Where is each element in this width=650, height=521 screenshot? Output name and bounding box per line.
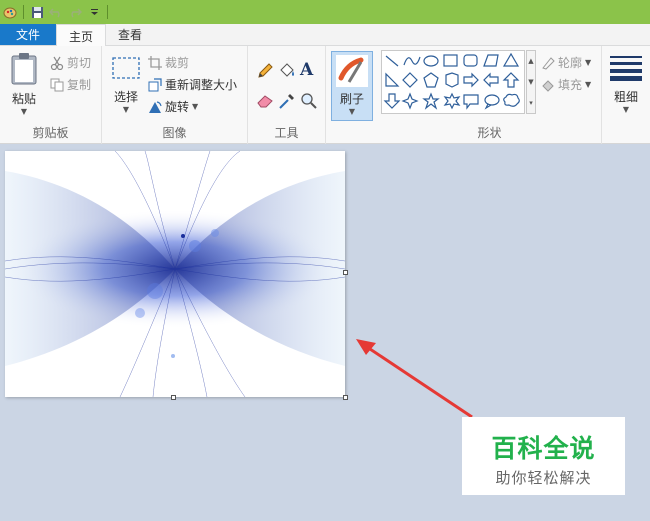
resize-handle-corner[interactable] — [343, 395, 348, 400]
resize-button[interactable]: 重新调整大小 — [148, 76, 237, 93]
select-button[interactable]: 选择 ▼ — [108, 56, 144, 114]
text-tool-icon[interactable]: A — [300, 60, 313, 80]
line-width-icon — [610, 56, 642, 81]
pencil-icon[interactable] — [256, 62, 274, 83]
group-image: 选择 ▼ 裁剪 重新调整大小 旋转 ▼ 图像 — [102, 46, 248, 144]
size-label: 粗细 — [613, 90, 638, 104]
rotate-label: 旋转 — [165, 100, 190, 114]
clipboard-group-label: 剪贴板 — [32, 126, 69, 140]
resize-icon — [148, 77, 162, 91]
tools-group-label: 工具 — [274, 126, 299, 140]
outline-label: 轮廓 — [558, 56, 583, 70]
clipboard-icon — [11, 53, 37, 85]
rotate-icon — [149, 100, 162, 113]
paste-button[interactable]: 粘贴 ▼ — [6, 52, 42, 116]
rotate-button[interactable]: 旋转 ▼ — [148, 98, 198, 115]
paste-label: 粘贴 — [11, 92, 36, 106]
crop-icon — [148, 55, 162, 70]
chevron-down-icon: ▼ — [20, 107, 28, 116]
chevron-down-icon: ▼ — [348, 107, 356, 116]
watermark: 百科全说 助你轻松解决 — [462, 417, 625, 495]
shapes-gallery[interactable] — [381, 50, 525, 114]
brush-icon — [336, 55, 368, 87]
image-group-label: 图像 — [162, 126, 187, 140]
chevron-down-icon: ▼ — [122, 105, 130, 114]
copy-icon — [50, 78, 64, 91]
size-button[interactable]: 粗细 ▼ — [608, 54, 644, 114]
tab-file[interactable]: 文件 — [0, 24, 56, 45]
fill-bucket-icon[interactable] — [278, 62, 296, 83]
tab-home[interactable]: 主页 — [56, 24, 107, 47]
select-label: 选择 — [113, 90, 138, 104]
group-shapes: ▲ ▼ ▾ 轮廓 ▼ 填充 ▼ 形状 — [378, 46, 602, 144]
save-icon[interactable] — [29, 4, 45, 20]
watermark-title: 百科全说 — [491, 434, 596, 463]
chevron-down-icon: ▼ — [192, 102, 199, 111]
title-bar — [0, 0, 650, 24]
red-arrow-annotation — [356, 339, 473, 419]
scroll-down-icon[interactable]: ▼ — [528, 78, 533, 86]
expand-gallery-icon[interactable]: ▾ — [529, 99, 533, 107]
copy-label: 复制 — [67, 78, 92, 92]
scissors-icon — [50, 56, 64, 70]
ribbon: 粘贴 ▼ 剪切 复制 剪贴板 选择 ▼ 裁剪 重新调整大小 旋转 ▼ 图像 A … — [0, 46, 650, 144]
outline-icon — [542, 56, 555, 70]
qa-separator — [23, 5, 24, 19]
canvas-workspace[interactable]: 百科全说 助你轻松解决 — [0, 145, 650, 521]
cut-button[interactable]: 剪切 — [50, 54, 91, 71]
group-brushes: 刷子 ▼ — [326, 46, 378, 144]
color-picker-icon[interactable] — [278, 92, 296, 113]
fill-icon — [542, 79, 554, 92]
redo-icon[interactable] — [67, 4, 83, 20]
paint-app-icon[interactable] — [2, 4, 18, 20]
resize-label: 重新调整大小 — [165, 78, 238, 92]
select-rect-icon — [112, 57, 140, 79]
watermark-subtitle: 助你轻松解决 — [495, 469, 592, 487]
customize-dropdown-icon[interactable] — [86, 4, 102, 20]
resize-handle-right[interactable] — [343, 270, 348, 275]
undo-icon[interactable] — [48, 4, 64, 20]
brushes-button[interactable]: 刷子 ▼ — [331, 51, 373, 121]
resize-handle-bottom[interactable] — [171, 395, 176, 400]
chevron-down-icon: ▼ — [585, 58, 592, 67]
shapes-scrollbar[interactable]: ▲ ▼ ▾ — [526, 50, 536, 114]
cut-label: 剪切 — [67, 56, 92, 70]
crop-label: 裁剪 — [165, 56, 190, 70]
fill-label: 填充 — [558, 78, 583, 92]
group-tools: A 工具 — [248, 46, 326, 144]
outline-button[interactable]: 轮廓 ▼ — [541, 54, 591, 71]
scroll-up-icon[interactable]: ▲ — [528, 57, 533, 65]
shapes-group-label: 形状 — [477, 126, 502, 140]
brushes-label: 刷子 — [339, 92, 364, 106]
group-size: 粗细 ▼ — [602, 46, 650, 144]
qa-separator — [107, 5, 108, 19]
shapes-gallery-icons — [383, 52, 520, 110]
group-clipboard: 粘贴 ▼ 剪切 复制 剪贴板 — [0, 46, 102, 144]
abstract-flower-image — [5, 151, 345, 397]
ribbon-tabs: 文件 主页 查看 — [0, 24, 650, 47]
chevron-down-icon: ▼ — [622, 105, 630, 114]
canvas-image[interactable] — [5, 151, 345, 397]
fill-button[interactable]: 填充 ▼ — [541, 76, 591, 93]
crop-button[interactable]: 裁剪 — [148, 54, 189, 71]
magnifier-icon[interactable] — [300, 92, 318, 113]
tab-view[interactable]: 查看 — [106, 24, 154, 45]
chevron-down-icon: ▼ — [585, 80, 592, 89]
copy-button[interactable]: 复制 — [50, 76, 91, 93]
eraser-icon[interactable] — [256, 92, 274, 111]
